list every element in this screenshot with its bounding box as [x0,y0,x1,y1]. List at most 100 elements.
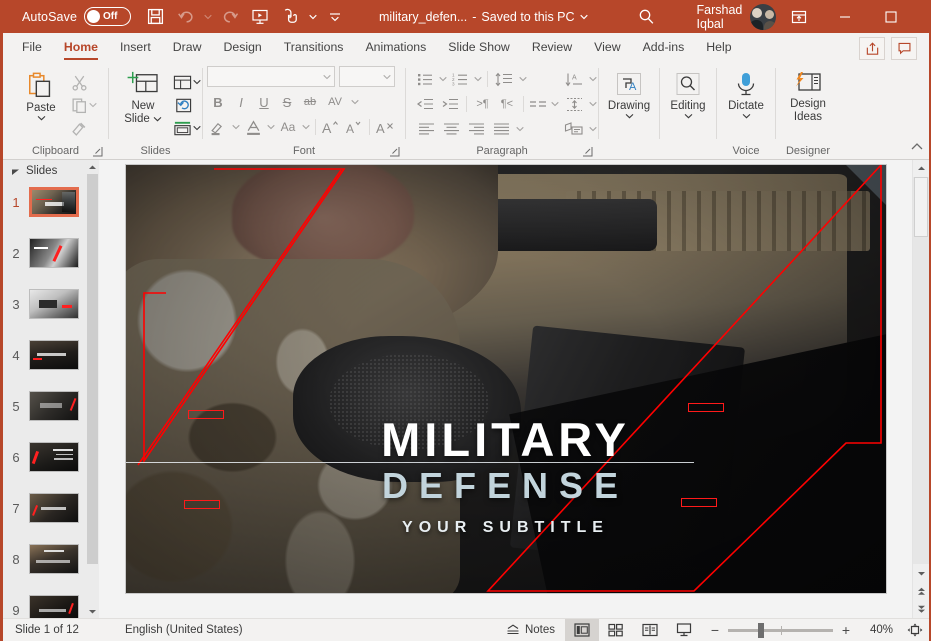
line-spacing-dropdown[interactable] [517,68,528,90]
collapse-ribbon-button[interactable] [911,139,923,157]
rtl-text-direction-button[interactable]: ¶< [495,93,518,115]
align-text-dropdown[interactable] [587,93,598,115]
slide-sorter-view-button[interactable] [599,619,633,641]
convert-to-smartart-button[interactable] [562,118,586,140]
notes-button[interactable]: Notes [496,619,565,641]
text-highlight-color-button[interactable] [207,116,229,138]
tab-design[interactable]: Design [212,33,272,62]
text-direction-button[interactable]: A [562,68,586,90]
slides-panel-scrollbar[interactable] [86,160,99,618]
character-spacing-button[interactable]: AV [322,91,348,113]
line-spacing-button[interactable] [492,68,516,90]
zoom-control[interactable]: − + 40% [701,622,901,638]
increase-font-size-button[interactable]: A [320,116,342,138]
previous-slide-button[interactable] [913,582,929,600]
editing-button[interactable]: Editing [662,67,714,119]
comments-button[interactable] [891,37,917,60]
chevron-down-icon[interactable] [684,113,693,119]
account-button[interactable]: Farshad Iqbal [697,3,777,31]
zoom-out-button[interactable]: − [709,622,721,638]
format-painter-button[interactable] [71,117,97,139]
text-highlight-dropdown[interactable] [230,116,241,138]
decrease-font-size-button[interactable]: A [343,116,365,138]
italic-button[interactable]: I [230,91,252,113]
chevron-down-icon[interactable] [37,115,46,121]
reset-button[interactable] [173,94,201,116]
ltr-text-direction-button[interactable]: >¶ [471,93,494,115]
undo-dropdown[interactable] [201,4,214,30]
numbering-button[interactable]: 1 2 3 [449,68,471,90]
font-color-dropdown[interactable] [265,116,276,138]
justify-dropdown[interactable] [514,118,525,140]
font-dialog-launcher[interactable] [389,146,400,157]
chevron-down-icon[interactable] [153,116,162,122]
next-slide-button[interactable] [913,600,929,618]
ribbon-display-options-button[interactable] [776,0,822,33]
tab-add-ins[interactable]: Add-ins [632,33,696,62]
tab-review[interactable]: Review [521,33,583,62]
current-slide[interactable]: MILITARY DEFENSE YOUR SUBTITLE [125,165,886,593]
collapse-triangle-icon[interactable] [11,167,20,176]
autosave-control[interactable]: AutoSave Off [22,7,132,26]
paste-button[interactable]: Paste [15,67,67,121]
bold-button[interactable]: B [207,91,229,113]
zoom-in-button[interactable]: + [840,622,852,638]
close-button[interactable] [914,0,931,33]
chevron-down-icon[interactable] [742,113,751,119]
paragraph-dialog-launcher[interactable] [582,146,593,157]
scroll-up-button[interactable] [86,160,99,174]
fit-slide-to-window-button[interactable] [901,619,929,641]
clear-formatting-button[interactable]: A [374,116,396,138]
slide-thumbnail-list[interactable]: 1 2 3 4 5 6 7 8 9 [3,182,99,618]
share-button[interactable] [859,37,885,60]
tab-slide-show[interactable]: Slide Show [437,33,521,62]
slide-thumbnail-8[interactable]: 8 [3,541,99,577]
zoom-slider[interactable] [728,622,833,638]
scroll-down-button[interactable] [86,604,99,618]
clipboard-dialog-launcher[interactable] [92,146,103,157]
layout-button[interactable] [173,71,201,93]
text-direction-dropdown[interactable] [587,68,598,90]
columns-button[interactable] [528,93,549,115]
font-name-input[interactable] [207,66,335,87]
slide-title-block[interactable]: MILITARY DEFENSE YOUR SUBTITLE [126,415,886,537]
slide-scroll-down-button[interactable] [913,564,929,582]
font-size-input[interactable] [339,66,395,87]
bullets-dropdown[interactable] [437,68,448,90]
change-case-button[interactable]: Aa [277,116,299,138]
new-slide-button[interactable]: New Slide [115,67,171,125]
slide-scroll-thumb[interactable] [914,177,928,237]
slide-thumbnail-4[interactable]: 4 [3,337,99,373]
underline-button[interactable]: U [253,91,275,113]
character-spacing-dropdown[interactable] [349,91,360,113]
slide-thumbnail-9[interactable]: 9 [3,592,99,618]
align-center-button[interactable] [439,118,463,140]
chevron-down-icon[interactable] [579,14,588,20]
language-indicator[interactable]: English (United States) [125,624,243,636]
design-ideas-button[interactable]: Design Ideas [779,67,837,123]
slide-thumbnail-1[interactable]: 1 [3,184,99,220]
numbering-dropdown[interactable] [472,68,483,90]
normal-view-button[interactable] [565,618,599,641]
tab-transitions[interactable]: Transitions [273,33,355,62]
shadow-button[interactable]: S [276,91,298,113]
slide-editing-area[interactable]: MILITARY DEFENSE YOUR SUBTITLE [99,160,912,618]
justify-button[interactable] [489,118,513,140]
tab-view[interactable]: View [583,33,631,62]
smartart-dropdown[interactable] [587,118,598,140]
chevron-down-icon[interactable] [625,113,634,119]
autosave-toggle[interactable]: Off [84,7,132,26]
touch-mode-dropdown[interactable] [306,4,319,30]
section-button[interactable] [173,117,201,139]
scroll-thumb[interactable] [87,174,98,564]
cut-button[interactable] [71,71,97,93]
reading-view-button[interactable] [633,619,667,641]
document-title-area[interactable]: military_defen... - Saved to this PC [379,10,588,24]
slide-scroll-track[interactable] [913,177,929,564]
redo-button[interactable] [216,4,244,30]
font-color-button[interactable] [242,116,264,138]
slide-thumbnail-2[interactable]: 2 [3,235,99,271]
tab-draw[interactable]: Draw [162,33,213,62]
slide-thumbnail-3[interactable]: 3 [3,286,99,322]
slide-area-scrollbar[interactable] [912,160,929,618]
